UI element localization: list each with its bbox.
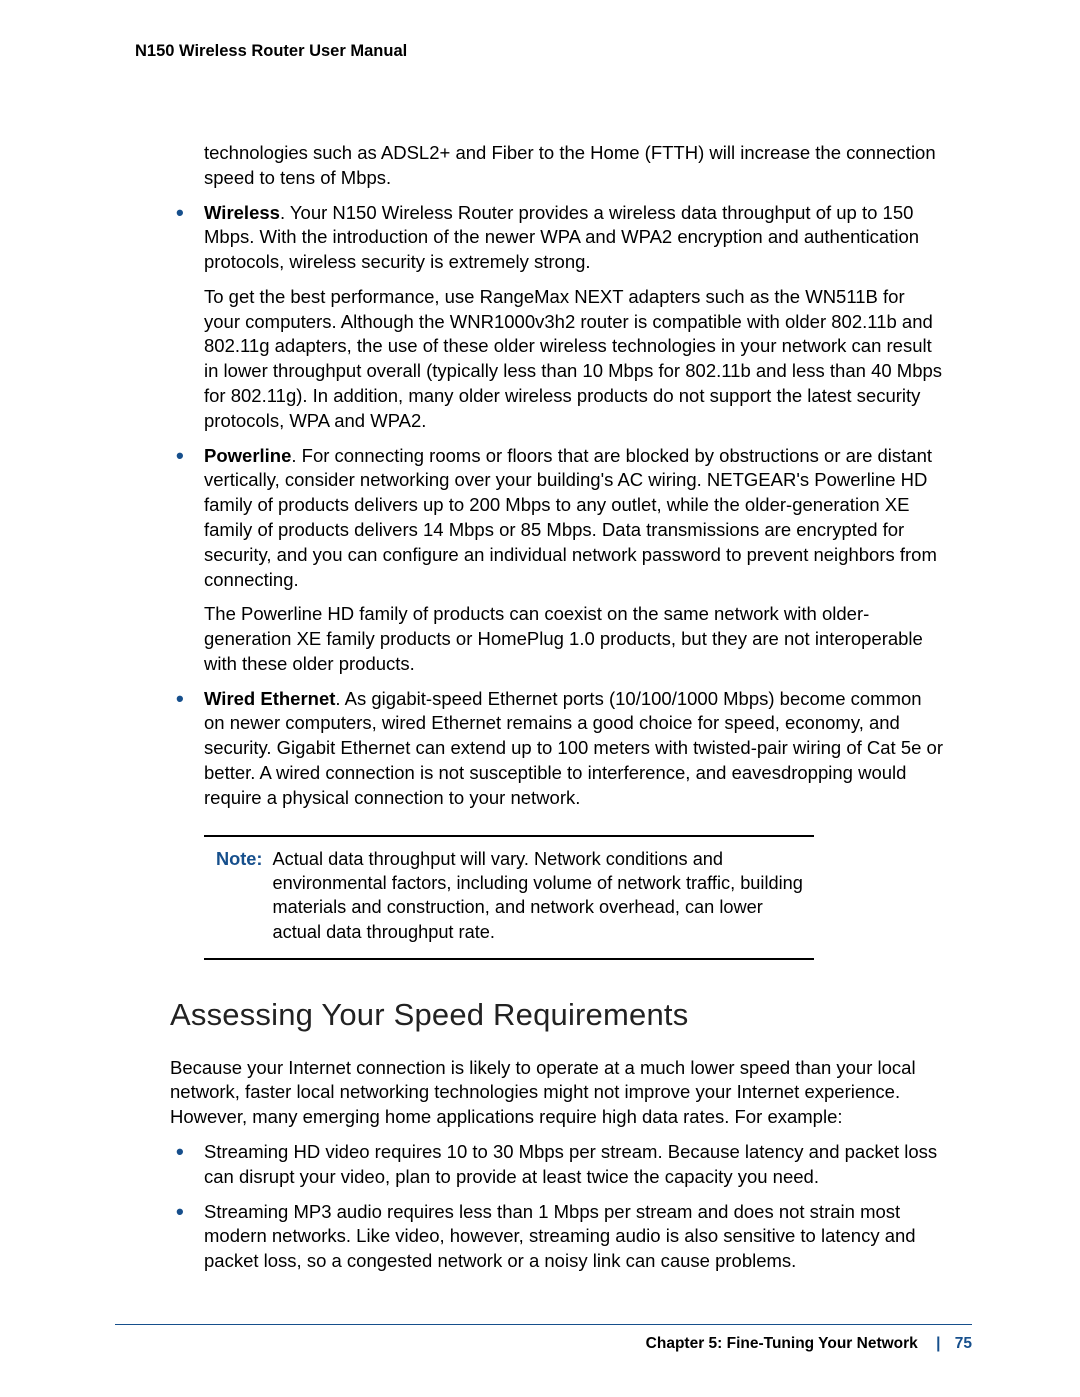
- manual-title: N150 Wireless Router User Manual: [135, 42, 980, 61]
- bullet-powerline: Powerline. For connecting rooms or floor…: [170, 444, 945, 677]
- note-label: Note:: [216, 847, 262, 945]
- section-heading-assessing-speed: Assessing Your Speed Requirements: [170, 994, 945, 1036]
- bullet-wireless-text: . Your N150 Wireless Router provides a w…: [204, 202, 919, 273]
- continued-paragraph: technologies such as ADSL2+ and Fiber to…: [204, 141, 945, 191]
- bullet-hd-video: Streaming HD video requires 10 to 30 Mbp…: [170, 1140, 945, 1190]
- page: N150 Wireless Router User Manual technol…: [0, 0, 1080, 1397]
- bullet-wired-lead-para: Wired Ethernet. As gigabit-speed Etherne…: [204, 687, 945, 811]
- bullet-wired-lead: Wired Ethernet: [204, 688, 335, 709]
- bullet-wireless-para-1: To get the best performance, use RangeMa…: [204, 285, 945, 434]
- bullet-powerline-para-1: The Powerline HD family of products can …: [204, 602, 945, 676]
- bullet-hd-video-text: Streaming HD video requires 10 to 30 Mbp…: [204, 1140, 945, 1190]
- body-block: technologies such as ADSL2+ and Fiber to…: [170, 141, 945, 1274]
- bullet-wired-ethernet: Wired Ethernet. As gigabit-speed Etherne…: [170, 687, 945, 811]
- footer-page-number: 75: [955, 1335, 972, 1352]
- footer-chapter-label: Chapter 5: Fine-Tuning Your Network: [646, 1335, 918, 1352]
- bullet-list-1: Wireless. Your N150 Wireless Router prov…: [170, 201, 945, 811]
- bullet-list-2: Streaming HD video requires 10 to 30 Mbp…: [170, 1140, 945, 1274]
- note-content: Note: Actual data throughput will vary. …: [204, 837, 814, 959]
- section-intro: Because your Internet connection is like…: [170, 1056, 945, 1130]
- bullet-mp3-audio-text: Streaming MP3 audio requires less than 1…: [204, 1200, 945, 1274]
- bullet-wireless-lead: Wireless: [204, 202, 280, 223]
- page-footer: Chapter 5: Fine-Tuning Your Network | 75: [115, 1324, 972, 1353]
- footer-separator: |: [936, 1335, 940, 1352]
- bullet-powerline-lead-para: Powerline. For connecting rooms or floor…: [204, 444, 945, 593]
- bullet-wireless-lead-para: Wireless. Your N150 Wireless Router prov…: [204, 201, 945, 275]
- note-rule-bottom: [204, 958, 814, 960]
- note-box: Note: Actual data throughput will vary. …: [204, 835, 814, 961]
- bullet-powerline-lead: Powerline: [204, 445, 291, 466]
- bullet-mp3-audio: Streaming MP3 audio requires less than 1…: [170, 1200, 945, 1274]
- bullet-powerline-text: . For connecting rooms or floors that ar…: [204, 445, 937, 590]
- note-text: Actual data throughput will vary. Networ…: [272, 847, 814, 945]
- bullet-wireless: Wireless. Your N150 Wireless Router prov…: [170, 201, 945, 434]
